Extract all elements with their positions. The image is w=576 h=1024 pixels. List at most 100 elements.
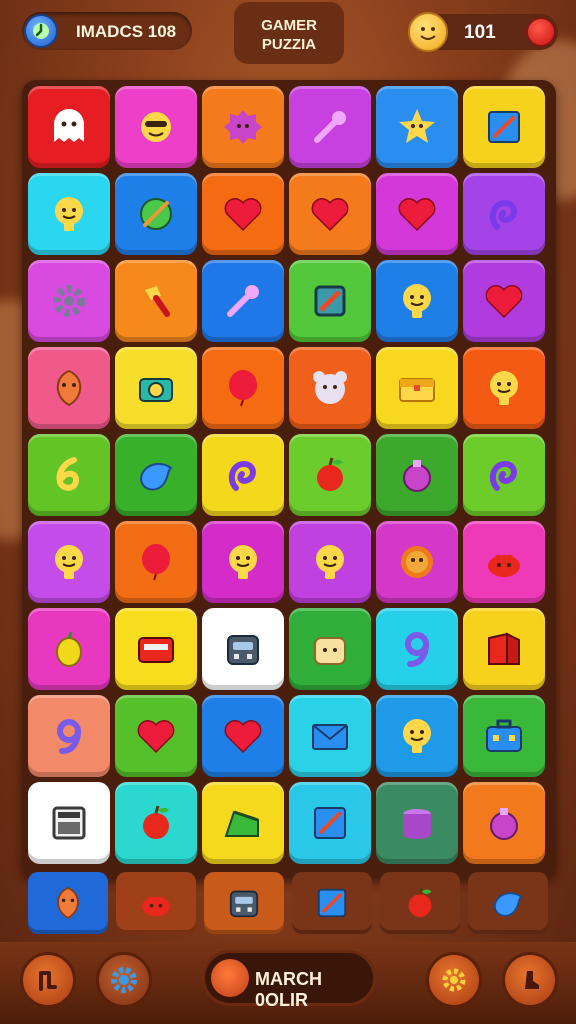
gear-icon bbox=[442, 968, 466, 992]
game-tile[interactable] bbox=[115, 173, 197, 255]
game-tile[interactable] bbox=[376, 347, 458, 429]
game-tile[interactable] bbox=[202, 173, 284, 255]
game-tile[interactable] bbox=[463, 260, 545, 342]
game-tile[interactable] bbox=[115, 782, 197, 864]
calculator-icon bbox=[52, 806, 86, 840]
game-tile[interactable] bbox=[289, 347, 371, 429]
game-tile[interactable] bbox=[463, 695, 545, 777]
game-tile[interactable] bbox=[463, 173, 545, 255]
game-tile[interactable] bbox=[376, 86, 458, 168]
game-tile[interactable] bbox=[202, 86, 284, 168]
game-tile[interactable] bbox=[28, 347, 110, 429]
bottle-icon bbox=[403, 460, 431, 492]
smiley-icon bbox=[408, 12, 448, 52]
game-tile[interactable] bbox=[202, 695, 284, 777]
game-tile[interactable] bbox=[115, 86, 197, 168]
balloon-icon bbox=[229, 370, 257, 407]
game-tile[interactable] bbox=[289, 434, 371, 516]
game-tile[interactable] bbox=[376, 434, 458, 516]
game-tile[interactable] bbox=[115, 608, 197, 690]
envelope-icon bbox=[312, 724, 348, 750]
face-icon bbox=[403, 284, 431, 318]
heart-icon bbox=[485, 285, 523, 319]
game-tile[interactable] bbox=[376, 695, 458, 777]
pencil-icon bbox=[314, 807, 346, 839]
pencil-icon bbox=[488, 111, 520, 143]
game-tile[interactable] bbox=[115, 521, 197, 603]
apple-icon bbox=[317, 457, 343, 491]
cake-icon bbox=[224, 810, 259, 837]
game-tile[interactable] bbox=[28, 260, 110, 342]
game-title: GAMER PUZZIA bbox=[234, 2, 344, 64]
game-tile[interactable] bbox=[289, 260, 371, 342]
game-tile[interactable] bbox=[463, 782, 545, 864]
heart-icon bbox=[311, 198, 349, 232]
book-icon bbox=[488, 632, 520, 665]
tray-tile[interactable] bbox=[204, 872, 284, 934]
tray-tile[interactable] bbox=[28, 872, 108, 934]
game-tile[interactable] bbox=[376, 173, 458, 255]
game-tile[interactable] bbox=[376, 782, 458, 864]
gear-icon bbox=[53, 285, 85, 317]
game-tile[interactable] bbox=[202, 608, 284, 690]
game-tile[interactable] bbox=[376, 608, 458, 690]
game-tile[interactable] bbox=[202, 347, 284, 429]
game-tile[interactable] bbox=[28, 86, 110, 168]
game-tile[interactable] bbox=[28, 782, 110, 864]
game-board bbox=[22, 80, 556, 878]
face-icon bbox=[316, 545, 344, 579]
game-tile[interactable] bbox=[202, 434, 284, 516]
heart-icon bbox=[224, 198, 262, 232]
record-button-icon[interactable] bbox=[526, 17, 556, 47]
game-tile[interactable] bbox=[28, 608, 110, 690]
settings-button[interactable] bbox=[96, 952, 152, 1008]
boot-icon bbox=[525, 971, 539, 989]
game-tile[interactable] bbox=[289, 86, 371, 168]
match-button[interactable]: MARCH 0OLIR bbox=[202, 950, 376, 1010]
game-tile[interactable] bbox=[115, 434, 197, 516]
coins-icon bbox=[403, 809, 431, 839]
boost-button[interactable] bbox=[426, 952, 482, 1008]
path-button[interactable] bbox=[20, 952, 76, 1008]
game-tile[interactable] bbox=[202, 521, 284, 603]
gear-icon bbox=[111, 967, 137, 993]
game-tile[interactable] bbox=[376, 521, 458, 603]
wand-icon bbox=[314, 111, 346, 143]
game-tile[interactable] bbox=[115, 347, 197, 429]
leaf-icon bbox=[56, 369, 82, 407]
game-tile[interactable] bbox=[28, 173, 110, 255]
game-tile[interactable] bbox=[463, 86, 545, 168]
game-tile[interactable] bbox=[289, 608, 371, 690]
profile-button[interactable] bbox=[502, 952, 558, 1008]
tray-tile[interactable] bbox=[116, 872, 196, 934]
game-tile[interactable] bbox=[289, 173, 371, 255]
title-line-1: GAMER bbox=[261, 17, 317, 34]
game-tile[interactable] bbox=[463, 434, 545, 516]
game-tile[interactable] bbox=[202, 782, 284, 864]
blob-icon bbox=[224, 110, 262, 144]
apple-icon bbox=[408, 887, 432, 918]
game-tile[interactable] bbox=[202, 260, 284, 342]
level-indicator[interactable]: IMADCS 108 bbox=[22, 12, 192, 50]
game-tile[interactable] bbox=[463, 347, 545, 429]
balloon-icon bbox=[142, 544, 170, 581]
game-tile[interactable] bbox=[115, 260, 197, 342]
game-tile[interactable] bbox=[289, 695, 371, 777]
face-icon bbox=[490, 371, 518, 405]
six-icon bbox=[56, 457, 80, 491]
game-tile[interactable] bbox=[28, 695, 110, 777]
crab-icon bbox=[488, 554, 520, 577]
game-tile[interactable] bbox=[289, 521, 371, 603]
tray-tile[interactable] bbox=[292, 872, 372, 934]
game-tile[interactable] bbox=[463, 521, 545, 603]
heart-icon bbox=[137, 720, 175, 754]
game-tile[interactable] bbox=[115, 695, 197, 777]
game-tile[interactable] bbox=[289, 782, 371, 864]
game-tile[interactable] bbox=[463, 608, 545, 690]
face-icon bbox=[55, 197, 83, 231]
game-tile[interactable] bbox=[28, 434, 110, 516]
tray-tile[interactable] bbox=[380, 872, 460, 934]
game-tile[interactable] bbox=[28, 521, 110, 603]
game-tile[interactable] bbox=[376, 260, 458, 342]
tray-tile[interactable] bbox=[468, 872, 548, 934]
